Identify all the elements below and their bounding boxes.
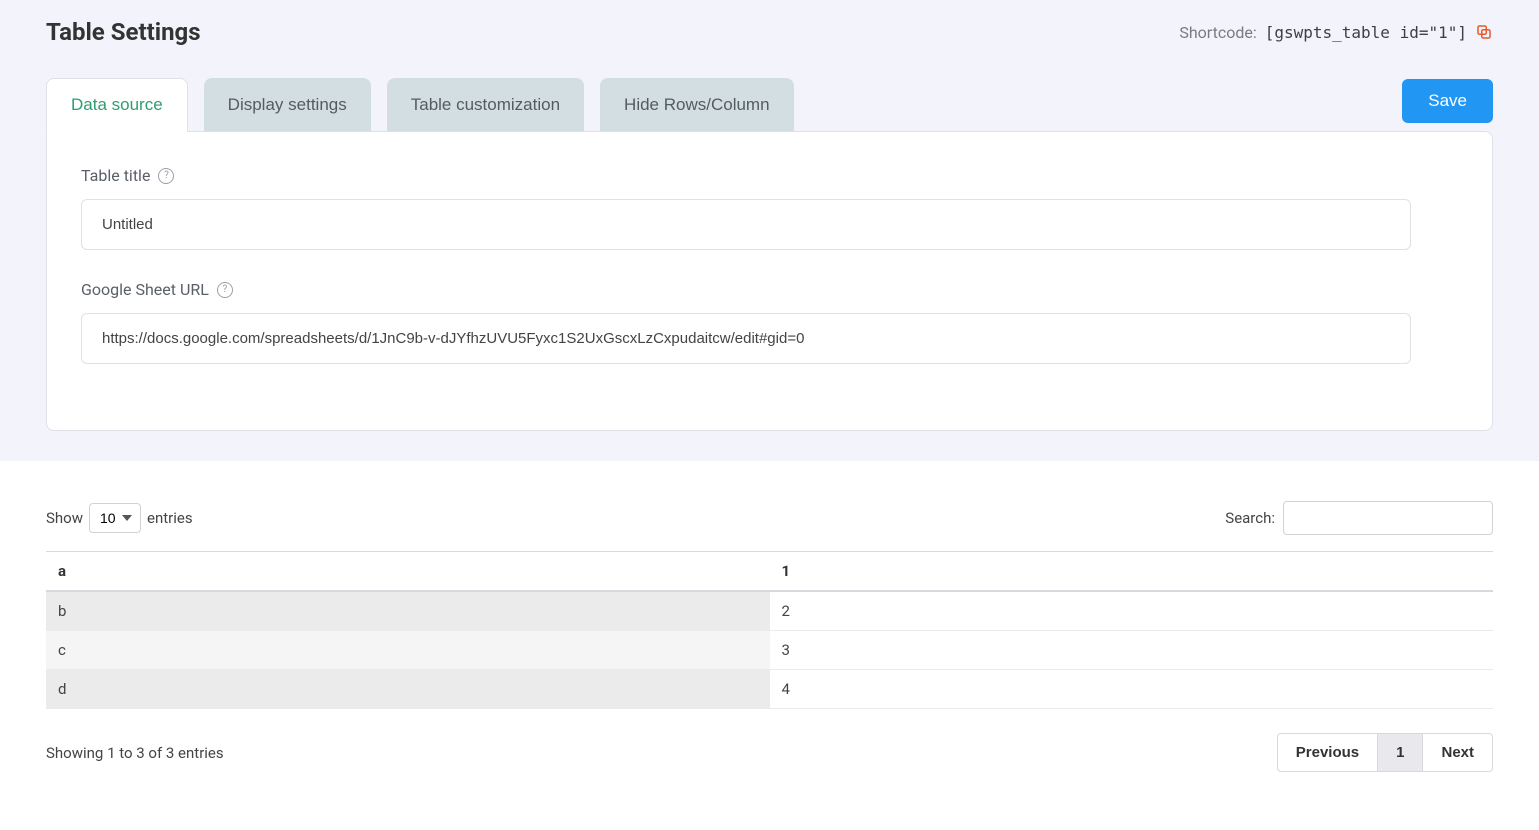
tab-table-customization[interactable]: Table customization (387, 78, 584, 131)
cell: b (46, 591, 770, 631)
table-row: d 4 (46, 670, 1493, 709)
search-label: Search: (1225, 509, 1275, 527)
shortcode-group: Shortcode: [gswpts_table id="1"] (1179, 23, 1493, 42)
cell: d (46, 670, 770, 709)
table-row: b 2 (46, 591, 1493, 631)
sheet-url-input[interactable] (81, 313, 1411, 364)
table-info: Showing 1 to 3 of 3 entries (46, 744, 224, 762)
tab-display-settings[interactable]: Display settings (204, 78, 371, 131)
save-button[interactable]: Save (1402, 79, 1493, 123)
cell: 4 (770, 670, 1494, 709)
tab-data-source[interactable]: Data source (46, 78, 188, 132)
column-header-1[interactable]: 1 (770, 552, 1494, 592)
help-icon[interactable]: ? (217, 282, 233, 298)
copy-icon[interactable] (1475, 23, 1493, 41)
tab-hide-rows-column[interactable]: Hide Rows/Column (600, 78, 794, 131)
shortcode-label: Shortcode: (1179, 23, 1256, 42)
data-table: a 1 b 2 c 3 d 4 (46, 551, 1493, 709)
next-button[interactable]: Next (1423, 733, 1493, 772)
settings-panel: Table title ? Google Sheet URL ? (46, 131, 1493, 431)
tabs: Data source Display settings Table custo… (46, 78, 794, 131)
page-1-button[interactable]: 1 (1378, 733, 1423, 772)
help-icon[interactable]: ? (158, 168, 174, 184)
page-title: Table Settings (46, 18, 201, 46)
entries-select[interactable]: 10 (89, 503, 141, 533)
shortcode-value: [gswpts_table id="1"] (1265, 23, 1467, 42)
cell: 3 (770, 631, 1494, 670)
cell: 2 (770, 591, 1494, 631)
search-input[interactable] (1283, 501, 1493, 535)
sheet-url-label: Google Sheet URL (81, 280, 209, 299)
table-title-input[interactable] (81, 199, 1411, 250)
cell: c (46, 631, 770, 670)
previous-button[interactable]: Previous (1277, 733, 1378, 772)
table-row: c 3 (46, 631, 1493, 670)
show-label-suffix: entries (147, 509, 193, 527)
show-label-prefix: Show (46, 509, 83, 527)
column-header-a[interactable]: a (46, 552, 770, 592)
table-title-label: Table title (81, 166, 150, 185)
pagination: Previous 1 Next (1277, 733, 1493, 772)
show-entries: Show 10 entries (46, 503, 193, 533)
